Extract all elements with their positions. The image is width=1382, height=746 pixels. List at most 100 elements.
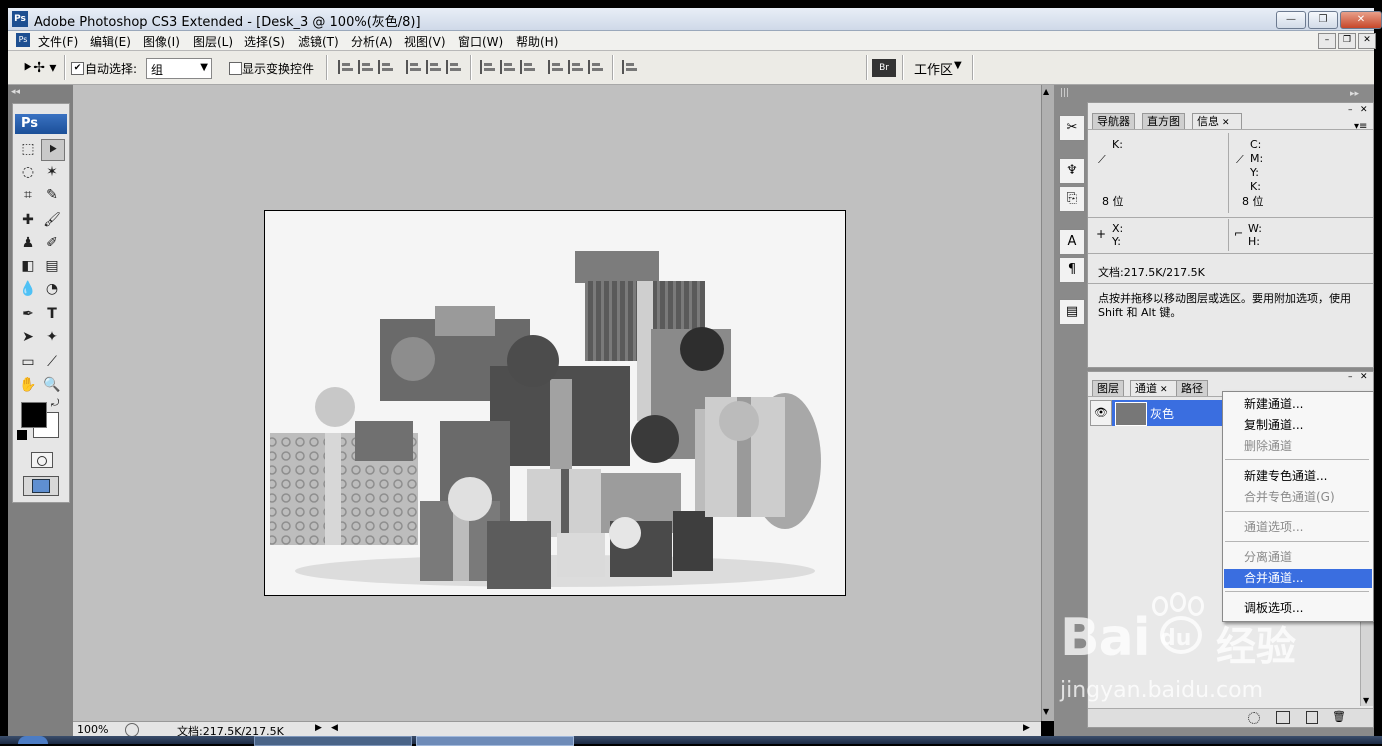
scroll-down-icon[interactable]: ▼ xyxy=(1363,696,1369,705)
pen-tool-icon[interactable]: ✒ xyxy=(17,304,39,324)
hand-tool-icon[interactable]: ✋ xyxy=(17,375,39,395)
document-canvas[interactable] xyxy=(264,210,846,596)
eyedropper-tool-icon[interactable]: ⟋ xyxy=(41,352,63,372)
info-panel-minimize-icon[interactable]: – xyxy=(1348,105,1353,115)
close-button[interactable]: ✕ xyxy=(1340,11,1382,29)
eraser-tool-icon[interactable]: ◧ xyxy=(17,256,39,276)
menu-item-split-channels[interactable]: 分离通道 xyxy=(1224,548,1372,567)
load-selection-icon[interactable] xyxy=(1248,712,1260,724)
marquee-tool-icon[interactable]: ⬚ xyxy=(17,139,39,159)
show-transform-checkbox[interactable] xyxy=(229,62,242,75)
notes-tool-icon[interactable]: ▭ xyxy=(17,352,39,372)
distribute-bottom-icon[interactable] xyxy=(520,60,538,74)
restore-button[interactable]: ❐ xyxy=(1308,11,1338,29)
magic-wand-tool-icon[interactable]: ✶ xyxy=(41,162,63,182)
scroll-down-icon[interactable]: ▼ xyxy=(1043,707,1049,716)
menu-item-duplicate-channel[interactable]: 复制通道... xyxy=(1224,416,1372,435)
menu-item-merge-channels[interactable]: 合并通道... xyxy=(1224,569,1372,588)
menu-view[interactable]: 视图(V) xyxy=(404,33,446,50)
lasso-tool-icon[interactable]: ◌ xyxy=(17,162,39,182)
tab-info[interactable]: 信息 ✕ xyxy=(1192,113,1242,130)
align-right-icon[interactable] xyxy=(446,60,464,74)
dock-grip-icon[interactable]: ||| xyxy=(1060,88,1069,98)
save-selection-icon[interactable] xyxy=(1276,711,1290,724)
move-tool-icon[interactable]: ⯈ xyxy=(41,139,65,161)
distribute-left-icon[interactable] xyxy=(548,60,566,74)
new-channel-icon[interactable] xyxy=(1306,711,1318,724)
panel-menu-icon[interactable]: ▾≡ xyxy=(1354,121,1367,132)
tab-paths[interactable]: 路径 xyxy=(1176,380,1208,397)
menu-image[interactable]: 图像(I) xyxy=(143,33,180,50)
taskbar-item-2[interactable] xyxy=(416,736,574,746)
menu-item-new-channel[interactable]: 新建通道... xyxy=(1224,395,1372,414)
distribute-top-icon[interactable] xyxy=(480,60,498,74)
menu-file[interactable]: 文件(F) xyxy=(38,33,78,50)
status-info-icon[interactable] xyxy=(125,723,139,737)
history-brush-icon[interactable]: ✐ xyxy=(41,233,63,253)
doc-minimize-button[interactable]: – xyxy=(1318,33,1336,49)
info-panel-close-icon[interactable]: ✕ xyxy=(1360,105,1368,115)
menu-select[interactable]: 选择(S) xyxy=(244,33,285,50)
menu-filter[interactable]: 滤镜(T) xyxy=(298,33,339,50)
blur-tool-icon[interactable]: 💧 xyxy=(17,279,39,299)
scroll-right-icon[interactable]: ▶ xyxy=(1023,723,1033,735)
paragraph-icon[interactable]: ¶ xyxy=(1059,257,1085,283)
dodge-tool-icon[interactable]: ◔ xyxy=(41,279,63,299)
distribute-vcenter-icon[interactable] xyxy=(500,60,518,74)
tab-close-icon[interactable]: ✕ xyxy=(1222,118,1230,128)
menu-item-delete-channel[interactable]: 删除通道 xyxy=(1224,437,1372,456)
distribute-hcenter-icon[interactable] xyxy=(568,60,586,74)
start-button[interactable] xyxy=(18,736,48,744)
clone-stamp-icon[interactable]: ♟ xyxy=(17,233,39,253)
auto-select-dropdown[interactable]: 组 ▼ xyxy=(146,58,212,79)
slice-tool-icon[interactable]: ✎ xyxy=(41,185,63,205)
trash-icon[interactable]: 🗑 xyxy=(1332,710,1346,723)
tab-close-icon[interactable]: ✕ xyxy=(1160,385,1168,395)
swap-colors-icon[interactable]: ⤾ xyxy=(51,398,59,409)
eye-icon[interactable]: 👁 xyxy=(1090,400,1112,426)
tab-histogram[interactable]: 直方图 xyxy=(1142,113,1185,130)
align-bottom-icon[interactable] xyxy=(378,60,396,74)
menu-help[interactable]: 帮助(H) xyxy=(516,33,558,50)
menu-analysis[interactable]: 分析(A) xyxy=(351,33,393,50)
channels-panel-close-icon[interactable]: ✕ xyxy=(1360,372,1368,382)
default-colors-icon[interactable] xyxy=(17,430,27,440)
menu-item-merge-spot-channel[interactable]: 合并专色通道(G) xyxy=(1224,488,1372,507)
minimize-button[interactable]: — xyxy=(1276,11,1306,29)
doc-restore-button[interactable]: ❐ xyxy=(1338,33,1356,49)
channel-row-gray[interactable]: 灰色 xyxy=(1112,400,1224,426)
bridge-icon[interactable]: Br xyxy=(872,59,896,77)
status-menu-arrow-icon[interactable]: ▶ xyxy=(315,723,325,735)
tool-preset-picker[interactable]: ⯈✢ ▾ xyxy=(22,58,58,78)
collapse-panels-icon[interactable]: ▸▸ xyxy=(1350,89,1359,99)
type-tool-icon[interactable]: T xyxy=(41,304,63,324)
taskbar-item-1[interactable] xyxy=(254,736,412,746)
doc-close-button[interactable]: ✕ xyxy=(1358,33,1376,49)
menu-edit[interactable]: 编辑(E) xyxy=(90,33,131,50)
quick-mask-icon[interactable] xyxy=(31,452,53,468)
workspace-label[interactable]: 工作区 xyxy=(914,59,953,78)
gradient-tool-icon[interactable]: ▤ xyxy=(41,256,63,276)
path-select-icon[interactable]: ➤ xyxy=(17,327,39,347)
align-hcenter-icon[interactable] xyxy=(426,60,444,74)
workspace-chevron-icon[interactable]: ▼ xyxy=(954,60,962,71)
healing-brush-icon[interactable]: ✚ xyxy=(17,210,39,230)
menu-window[interactable]: 窗口(W) xyxy=(458,33,503,50)
collapse-toolbox-icon[interactable]: ◂◂ xyxy=(11,87,20,97)
zoom-level[interactable]: 100% xyxy=(77,723,108,736)
tab-layers[interactable]: 图层 xyxy=(1092,380,1124,397)
align-top-icon[interactable] xyxy=(338,60,356,74)
tab-navigator[interactable]: 导航器 xyxy=(1092,113,1135,130)
scroll-up-icon[interactable]: ▲ xyxy=(1043,87,1049,96)
foreground-color-swatch[interactable] xyxy=(21,402,47,428)
vertical-scrollbar[interactable]: ▲ ▼ xyxy=(1041,85,1054,721)
menu-item-new-spot-channel[interactable]: 新建专色通道... xyxy=(1224,467,1372,486)
tool-presets-icon[interactable]: ✂ xyxy=(1059,115,1085,141)
distribute-right-icon[interactable] xyxy=(588,60,606,74)
align-left-icon[interactable] xyxy=(406,60,424,74)
scroll-left-icon[interactable]: ◀ xyxy=(331,723,341,735)
zoom-tool-icon[interactable]: 🔍 xyxy=(41,375,63,395)
clone-source-icon[interactable]: ⎘ xyxy=(1059,186,1085,212)
ps-menu-icon[interactable]: Ps xyxy=(16,33,30,47)
layer-comps-icon[interactable]: ▤ xyxy=(1059,299,1085,325)
